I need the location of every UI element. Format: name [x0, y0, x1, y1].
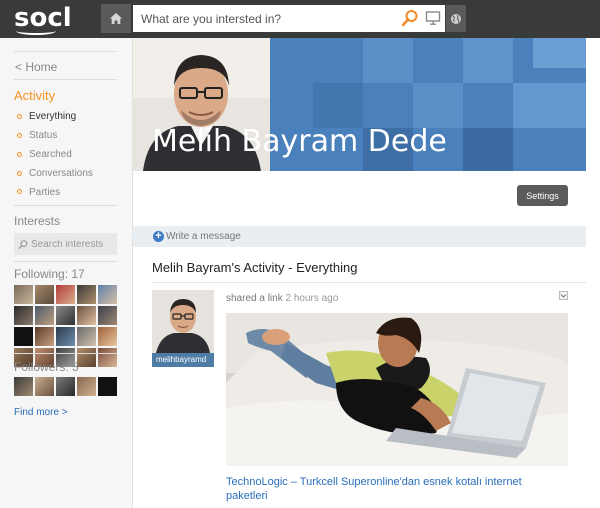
- interests-title: Interests: [14, 214, 61, 228]
- divider: [152, 282, 586, 283]
- avatar[interactable]: [98, 306, 117, 325]
- avatar[interactable]: [14, 377, 33, 396]
- avatar[interactable]: [35, 306, 54, 325]
- search-button[interactable]: [401, 9, 421, 29]
- following-avatar-grid: [14, 285, 117, 367]
- followers-title[interactable]: Followers: 5: [14, 360, 79, 374]
- followers-avatar-row: [14, 377, 117, 396]
- nav-item-label: Parties: [29, 187, 61, 195]
- post-time[interactable]: 2 hours ago: [285, 293, 338, 304]
- chevron-down-icon: [560, 294, 567, 298]
- nav-item-label: Conversations: [29, 168, 93, 179]
- post-action: shared a link: [226, 293, 283, 304]
- search-box: [133, 5, 445, 32]
- find-more-link[interactable]: Find more >: [14, 407, 68, 418]
- interests-search-input[interactable]: [31, 238, 117, 250]
- avatar[interactable]: [14, 327, 33, 346]
- post-options-dropdown[interactable]: [559, 291, 568, 300]
- activity-heading: Melih Bayram's Activity - Everything: [152, 260, 358, 275]
- globe-icon: [451, 13, 461, 24]
- search-icon: [18, 239, 28, 249]
- main-content: Melih Bayram Dede Settings + Write a mes…: [133, 38, 586, 508]
- avatar[interactable]: [56, 306, 75, 325]
- poster-name[interactable]: melihbayramd: [152, 353, 214, 367]
- sidebar-divider: [14, 51, 117, 52]
- nav-item-everything[interactable]: Everything: [17, 111, 76, 122]
- sidebar-divider: [14, 353, 117, 354]
- activity-title[interactable]: Activity: [14, 88, 55, 103]
- post-meta: shared a link 2 hours ago: [226, 293, 338, 304]
- avatar[interactable]: [77, 327, 96, 346]
- avatar[interactable]: [98, 327, 117, 346]
- home-button[interactable]: [101, 4, 131, 33]
- nav-item-status[interactable]: Status: [17, 130, 57, 141]
- avatar[interactable]: [14, 285, 33, 304]
- following-title[interactable]: Following: 17: [14, 267, 85, 281]
- post-link-image[interactable]: [226, 313, 568, 466]
- sidebar-divider: [14, 261, 117, 262]
- avatar[interactable]: [56, 285, 75, 304]
- write-message-link[interactable]: Write a message: [166, 231, 241, 242]
- profile-cover: Melih Bayram Dede: [133, 38, 586, 171]
- post-link-title[interactable]: TechnoLogic – Turkcell Superonline'dan e…: [226, 475, 566, 503]
- nav-item-label: Searched: [29, 149, 72, 160]
- avatar[interactable]: [77, 377, 96, 396]
- top-bar: socl: [0, 0, 600, 38]
- avatar[interactable]: [35, 285, 54, 304]
- bullet-icon: [17, 133, 22, 138]
- person-portrait-icon: [152, 290, 214, 353]
- globe-button[interactable]: [446, 5, 466, 32]
- monitor-icon: [425, 11, 441, 25]
- nav-item-parties[interactable]: Parties: [17, 187, 60, 195]
- moon-icon: [18, 330, 25, 343]
- nav-item-label: Everything: [29, 111, 77, 122]
- search-icon: [401, 10, 418, 27]
- display-button[interactable]: [425, 10, 443, 28]
- search-input[interactable]: [141, 6, 399, 31]
- bullet-icon: [17, 189, 22, 194]
- avatar[interactable]: [77, 348, 96, 367]
- bullet-icon: [17, 152, 22, 157]
- moon-icon: [102, 380, 109, 393]
- avatar[interactable]: [98, 348, 117, 367]
- bullet-icon: [17, 171, 22, 176]
- interests-search-box: [14, 233, 117, 255]
- avatar[interactable]: [14, 306, 33, 325]
- avatar[interactable]: [77, 285, 96, 304]
- sidebar-divider: [14, 79, 117, 80]
- home-icon: [110, 13, 122, 24]
- bullet-icon: [17, 114, 22, 119]
- profile-name: Melih Bayram Dede: [152, 124, 447, 159]
- avatar[interactable]: [56, 377, 75, 396]
- nav-item-label: Status: [29, 130, 58, 141]
- avatar[interactable]: [98, 377, 117, 396]
- sidebar-divider: [14, 205, 117, 206]
- avatar[interactable]: [35, 327, 54, 346]
- plus-icon: +: [153, 231, 164, 242]
- logo-swoosh: [16, 27, 56, 35]
- avatar[interactable]: [35, 377, 54, 396]
- avatar[interactable]: [56, 327, 75, 346]
- home-link[interactable]: < Home: [15, 60, 57, 74]
- link-preview-image: [226, 313, 568, 466]
- avatar[interactable]: [98, 285, 117, 304]
- left-sidebar: < Home Activity Everything Status Search…: [0, 38, 133, 508]
- settings-button[interactable]: Settings: [517, 185, 568, 206]
- nav-item-conversations[interactable]: Conversations: [17, 168, 93, 179]
- nav-item-searched[interactable]: Searched: [17, 149, 72, 160]
- avatar[interactable]: [77, 306, 96, 325]
